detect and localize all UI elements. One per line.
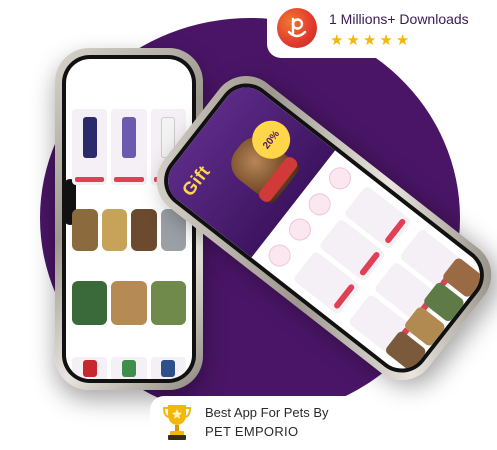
- product-image: [121, 360, 137, 377]
- add-to-cart-button[interactable]: [75, 177, 105, 182]
- product-card[interactable]: [72, 357, 108, 379]
- rating-stars: ★ ★ ★ ★ ★: [330, 33, 409, 48]
- downloads-badge: 1 Millions+ Downloads ★ ★ ★ ★ ★: [267, 0, 482, 58]
- service-card[interactable]: [111, 281, 147, 325]
- pet-category-item[interactable]: [131, 209, 157, 251]
- category-icon[interactable]: [324, 162, 356, 194]
- star-icon: ★: [379, 32, 393, 49]
- product-image: [121, 116, 137, 159]
- product-image: [82, 116, 97, 159]
- app-screen-left: [66, 59, 192, 379]
- services-row: [72, 281, 186, 325]
- promo-stage: Gift 20% 1 Millions+ Downloads ★ ★ ★ ★ ★…: [0, 0, 497, 450]
- product-card[interactable]: [111, 357, 147, 379]
- product-row: [72, 357, 186, 379]
- add-to-cart-button[interactable]: [384, 217, 407, 245]
- pet-category-item[interactable]: [72, 209, 98, 251]
- trophy-icon: [162, 405, 192, 440]
- star-icon: ★: [330, 32, 344, 49]
- product-card[interactable]: [150, 357, 186, 379]
- star-icon: ★: [362, 32, 377, 49]
- category-icon[interactable]: [304, 188, 336, 220]
- award-brand: PET EMPORIO: [205, 424, 299, 439]
- product-card[interactable]: [111, 109, 147, 185]
- add-to-cart-button[interactable]: [114, 177, 144, 182]
- star-icon: ★: [395, 32, 410, 49]
- pet-emporio-logo-icon: [277, 8, 317, 48]
- award-title: Best App For Pets By: [205, 405, 329, 420]
- product-image: [82, 360, 97, 377]
- add-to-cart-button[interactable]: [358, 250, 381, 277]
- pet-category-item[interactable]: [101, 209, 127, 251]
- category-icon[interactable]: [264, 240, 296, 271]
- service-card[interactable]: [150, 281, 186, 325]
- award-badge: Best App For Pets By PET EMPORIO: [150, 396, 378, 450]
- add-to-cart-button[interactable]: [332, 283, 356, 310]
- downloads-text: 1 Millions+ Downloads: [329, 11, 469, 27]
- product-card[interactable]: [72, 109, 108, 185]
- category-icon[interactable]: [284, 214, 316, 246]
- pet-category-row: [72, 209, 186, 251]
- banner-title: Gift: [177, 161, 215, 200]
- service-card[interactable]: [72, 281, 108, 325]
- product-image: [161, 360, 176, 377]
- phone-mockup-left: [55, 48, 203, 390]
- star-icon: ★: [346, 32, 360, 49]
